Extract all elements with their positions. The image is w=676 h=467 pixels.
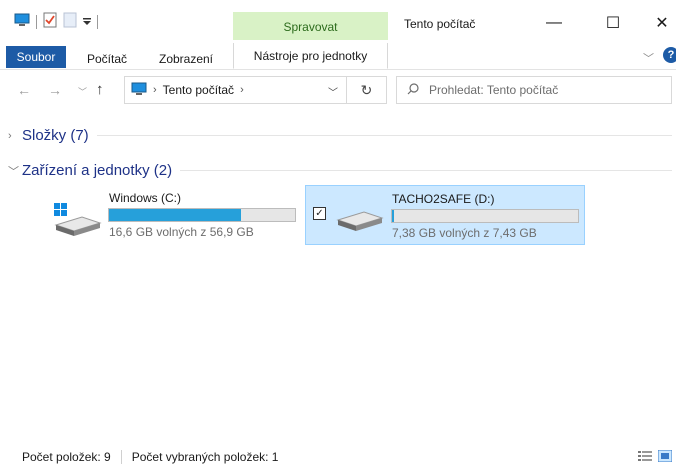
minimize-button[interactable]: — (537, 12, 571, 34)
new-folder-icon[interactable] (63, 12, 77, 31)
status-bar: Počet položek: 9 Počet vybraných položek… (0, 447, 676, 467)
customize-dropdown-icon[interactable] (83, 15, 91, 29)
group-divider (96, 135, 672, 136)
address-dropdown-button[interactable]: ﹀ (328, 84, 338, 99)
item-count: Počet položek: 9 (22, 450, 111, 464)
expand-ribbon-icon[interactable]: ﹀ (643, 50, 654, 66)
tab-file[interactable]: Soubor (6, 46, 66, 68)
content-area: › Složky (7) ﹀ Zařízení a jednotky (2) W… (0, 112, 676, 447)
recent-locations-button[interactable]: ﹀ (78, 85, 87, 98)
details-view-icon[interactable] (638, 450, 652, 465)
group-header-folders[interactable]: › Složky (7) (8, 127, 672, 144)
tab-view[interactable]: Zobrazení (150, 48, 222, 70)
quick-access-toolbar (14, 12, 98, 31)
usage-bar-fill (392, 210, 394, 222)
tab-computer[interactable]: Počítač (82, 48, 132, 70)
chevron-down-icon: ﹀ (8, 165, 19, 178)
selection-checkbox[interactable]: ✓ (313, 207, 326, 220)
breadcrumb-item[interactable]: Tento počítač (163, 83, 234, 97)
group-label: Složky (7) (22, 127, 89, 144)
up-button[interactable]: ↑ (96, 81, 104, 98)
drive-free-space: 16,6 GB volných z 56,9 GB (109, 225, 254, 239)
removable-drive-icon (336, 210, 386, 237)
search-placeholder: Prohledat: Tento počítač (429, 83, 559, 97)
help-icon[interactable]: ? (663, 47, 676, 63)
large-icons-view-icon[interactable] (657, 449, 673, 465)
drive-item-c[interactable]: Windows (C:) 16,6 GB volných z 56,9 GB (36, 185, 300, 245)
drive-free-space: 7,38 GB volných z 7,43 GB (392, 226, 537, 240)
usage-bar (108, 208, 296, 222)
forward-button[interactable]: → (48, 82, 62, 98)
context-tab-header: Spravovat (233, 12, 388, 40)
refresh-button[interactable]: ↻ (347, 76, 387, 104)
status-separator (120, 450, 122, 464)
breadcrumb-separator[interactable]: › (153, 84, 157, 96)
windows-drive-icon (52, 203, 102, 242)
title-bar: Spravovat Tento počítač — ☐ ✕ (0, 0, 676, 40)
toolbar-separator (97, 14, 98, 29)
usage-bar (391, 209, 579, 223)
window-title: Tento počítač (404, 17, 476, 31)
search-input[interactable]: Prohledat: Tento počítač (396, 76, 672, 104)
drive-item-d[interactable]: ✓ TACHO2SAFE (D:) 7,38 GB volných z 7,43… (305, 185, 585, 245)
ribbon-tabs: Soubor Počítač Zobrazení Nástroje pro je… (0, 40, 676, 70)
maximize-button[interactable]: ☐ (596, 12, 630, 34)
selected-count: Počet vybraných položek: 1 (131, 450, 279, 464)
address-bar[interactable]: › Tento počítač › ﹀ (124, 76, 347, 104)
group-label: Zařízení a jednotky (2) (22, 162, 173, 179)
computer-icon[interactable] (14, 13, 30, 30)
navigation-bar: ← → ﹀ ↑ › Tento počítač › ﹀ ↻ Prohledat:… (0, 72, 676, 112)
toolbar-separator (36, 14, 37, 29)
back-button[interactable]: ← (17, 82, 31, 98)
usage-bar-fill (109, 209, 241, 221)
tab-drive-tools[interactable]: Nástroje pro jednotky (233, 43, 388, 69)
drive-name: Windows (C:) (109, 191, 182, 205)
breadcrumb-separator[interactable]: › (240, 84, 244, 96)
close-button[interactable]: ✕ (645, 12, 676, 34)
properties-icon[interactable] (43, 12, 57, 31)
search-icon (407, 82, 419, 98)
group-header-devices[interactable]: ﹀ Zařízení a jednotky (2) (8, 162, 672, 179)
view-switcher (638, 449, 673, 465)
drive-name: TACHO2SAFE (D:) (392, 192, 495, 206)
chevron-right-icon: › (8, 129, 12, 142)
group-divider (180, 170, 672, 171)
computer-icon (131, 82, 147, 99)
